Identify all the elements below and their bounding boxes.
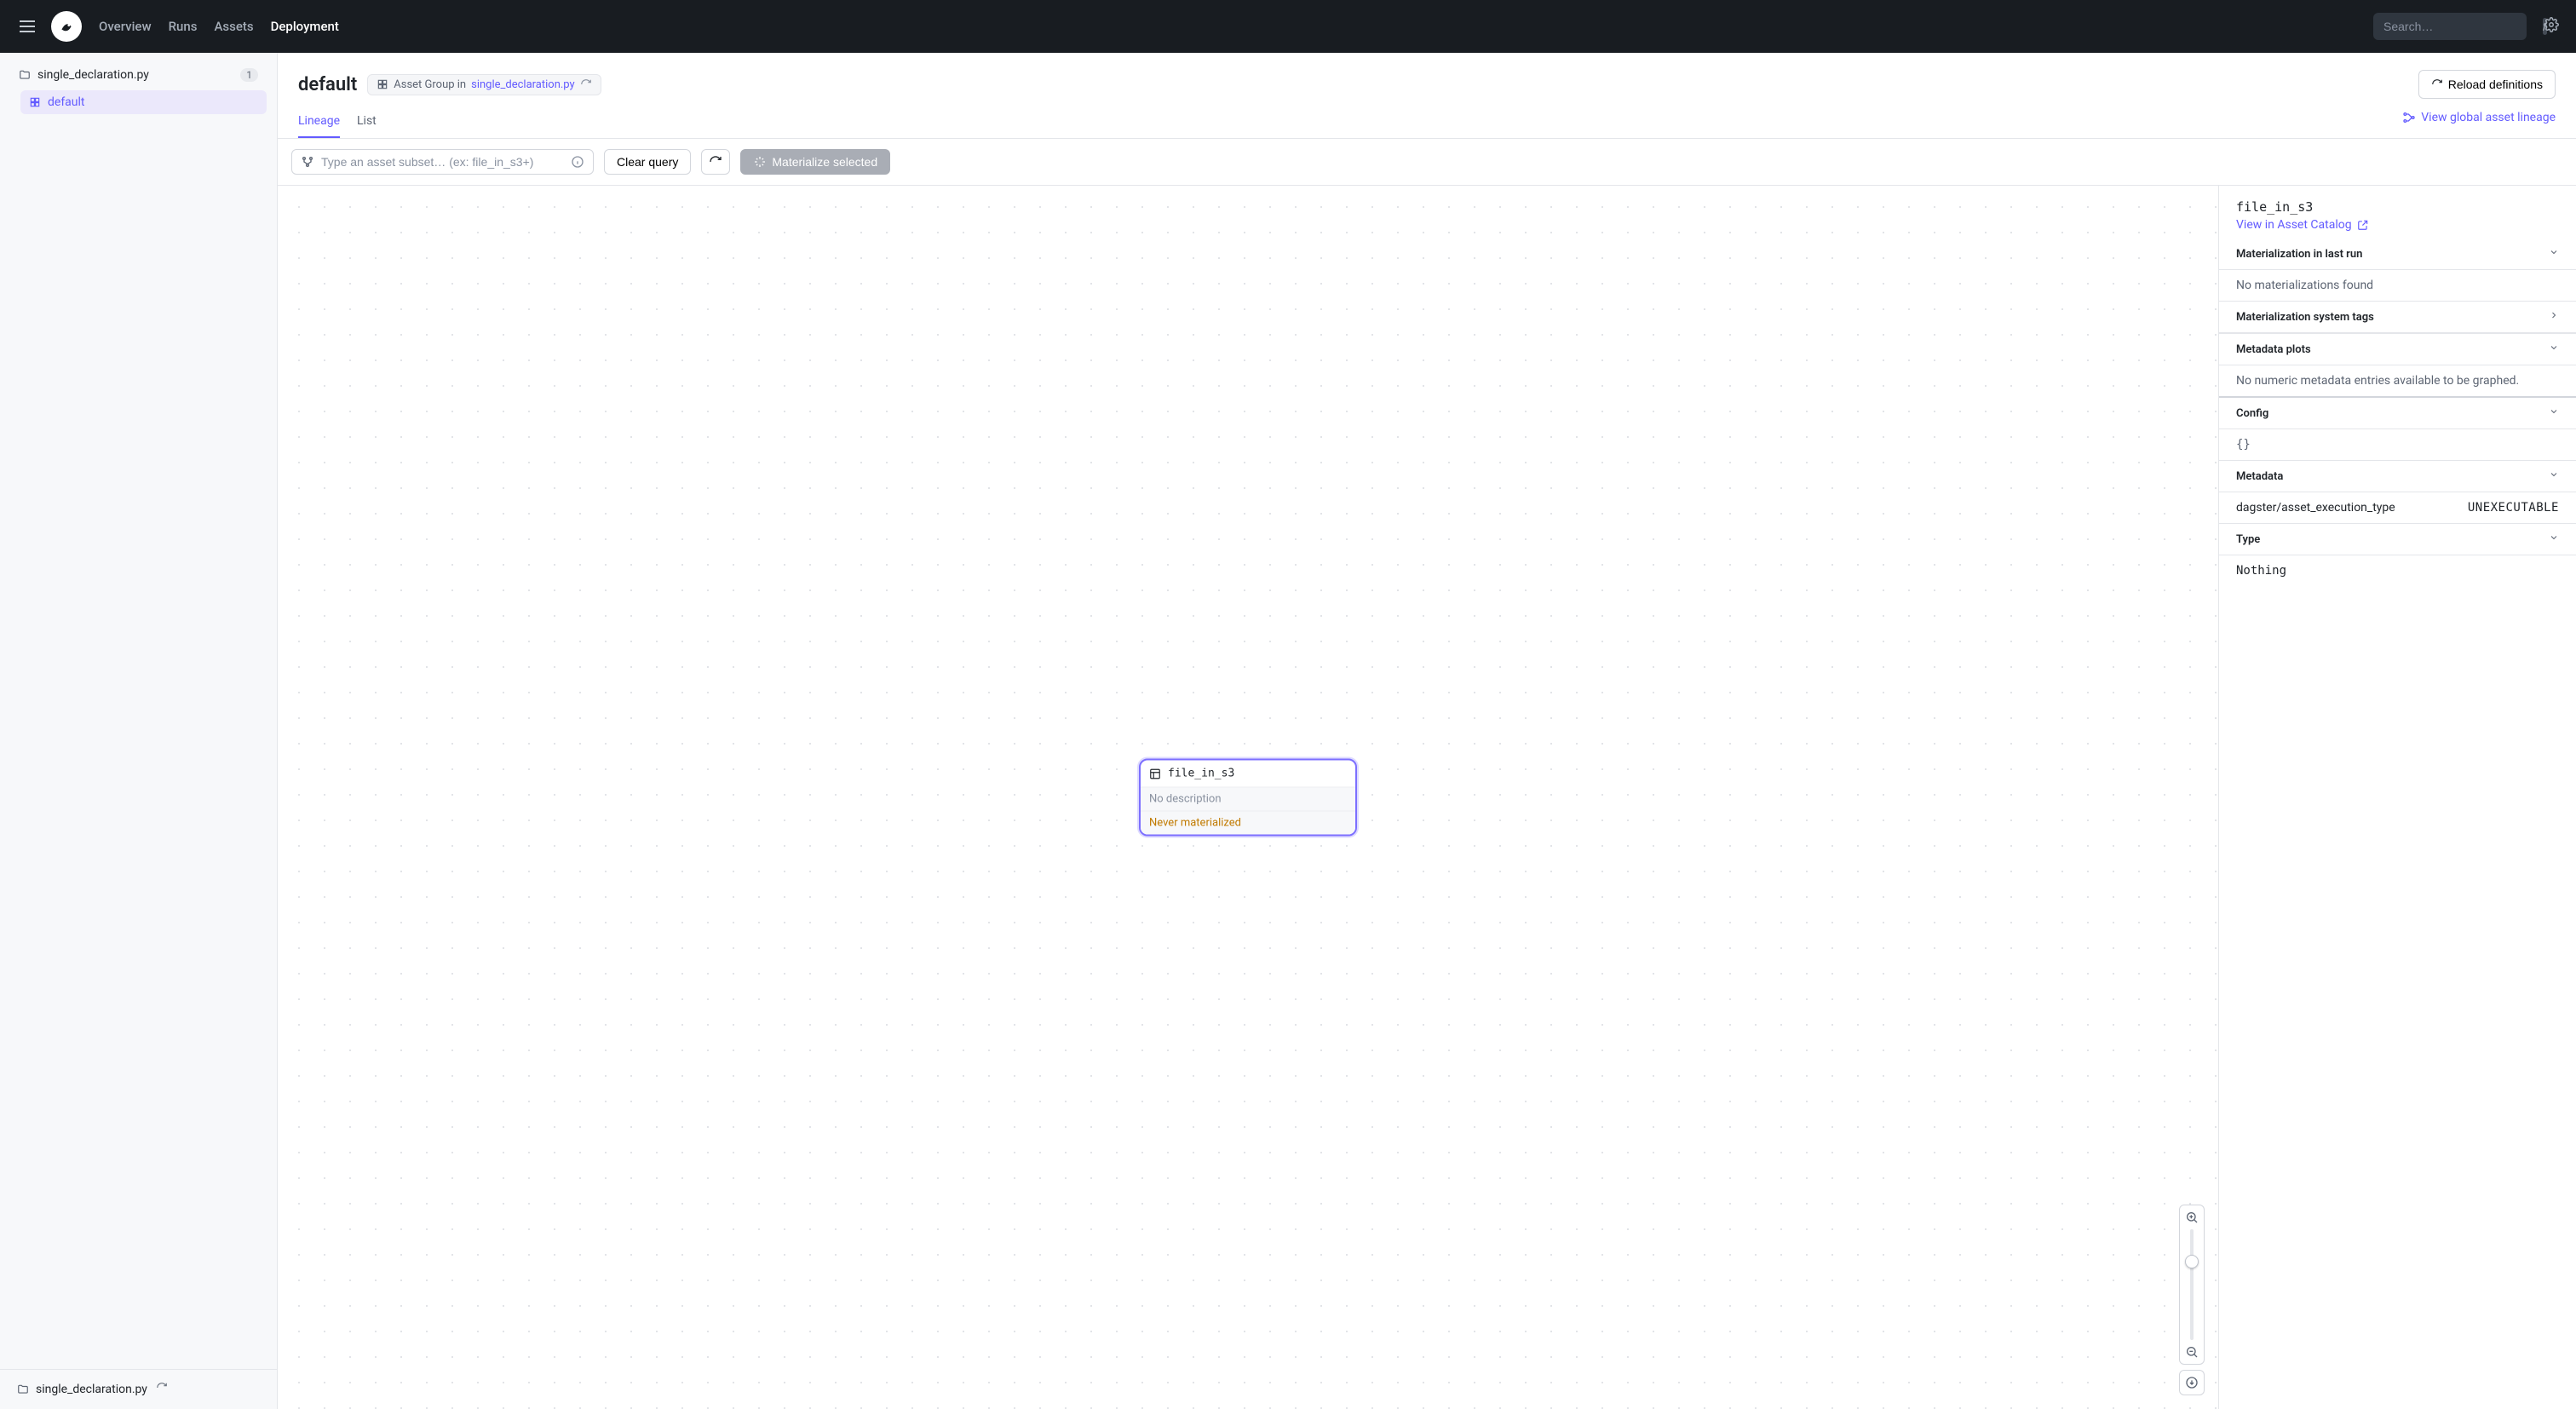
page-title: default — [298, 74, 357, 95]
chevron-down-icon — [2549, 406, 2559, 420]
section-materialization-system-tags[interactable]: Materialization system tags — [2219, 301, 2576, 333]
nav-overview[interactable]: Overview — [99, 19, 152, 34]
reload-location-icon[interactable] — [156, 1382, 175, 1397]
config-body: {} — [2219, 429, 2576, 460]
export-image-button[interactable] — [2179, 1370, 2205, 1395]
zoom-slider[interactable] — [2179, 1205, 2205, 1365]
metadata-key: dagster/asset_execution_type — [2236, 501, 2468, 515]
asset-detail-panel: file_in_s3 View in Asset Catalog Materia… — [2218, 186, 2576, 1409]
chevron-down-icon — [2549, 247, 2559, 261]
asset-node-name: file_in_s3 — [1168, 768, 1234, 780]
asset-icon — [1149, 768, 1161, 779]
settings-gear-icon[interactable] — [2544, 17, 2559, 36]
nav-deployment[interactable]: Deployment — [271, 19, 339, 34]
code-location-row[interactable]: single_declaration.py 1 — [10, 63, 267, 87]
tab-lineage[interactable]: Lineage — [298, 106, 340, 138]
zoom-in-icon[interactable] — [2185, 1211, 2199, 1224]
code-location-count: 1 — [240, 68, 258, 82]
asset-node-status: Never materialized — [1141, 812, 1355, 835]
zoom-out-icon[interactable] — [2185, 1345, 2199, 1359]
section-type[interactable]: Type — [2219, 523, 2576, 555]
filter-icon — [301, 155, 314, 169]
view-in-catalog-link[interactable]: View in Asset Catalog — [2236, 218, 2559, 232]
refresh-graph-button[interactable] — [701, 149, 730, 175]
metadata-plots-body: No numeric metadata entries available to… — [2219, 365, 2576, 396]
asset-subset-input[interactable] — [321, 155, 564, 169]
type-body: Nothing — [2219, 555, 2576, 586]
menu-icon[interactable] — [17, 16, 37, 37]
reload-icon[interactable] — [580, 78, 592, 90]
zoom-track[interactable] — [2190, 1229, 2194, 1340]
asset-group-row[interactable]: default — [20, 90, 267, 114]
zoom-thumb[interactable] — [2185, 1255, 2199, 1268]
metadata-value: UNEXECUTABLE — [2468, 501, 2559, 515]
top-navbar: Overview Runs Assets Deployment / — [0, 0, 2576, 53]
materialization-last-run-body: No materializations found — [2219, 270, 2576, 301]
folder-icon — [19, 69, 31, 81]
chevron-down-icon — [2549, 469, 2559, 483]
nav-runs[interactable]: Runs — [169, 19, 198, 34]
lineage-icon — [2402, 111, 2416, 124]
footer-location: single_declaration.py — [36, 1383, 147, 1396]
external-link-icon — [2357, 219, 2369, 231]
search-input[interactable] — [2383, 20, 2538, 33]
folder-icon — [17, 1383, 29, 1395]
sidebar-footer: single_declaration.py — [0, 1369, 277, 1409]
materialize-selected-button[interactable]: Materialize selected — [740, 149, 890, 175]
section-materialization-last-run[interactable]: Materialization in last run — [2219, 239, 2576, 270]
asset-group-icon — [29, 96, 41, 108]
section-metadata[interactable]: Metadata — [2219, 460, 2576, 492]
reload-icon — [2431, 78, 2443, 90]
clear-query-button[interactable]: Clear query — [604, 149, 691, 175]
download-icon — [2185, 1376, 2199, 1389]
chevron-down-icon — [2549, 532, 2559, 546]
chip-prefix: Asset Group in — [394, 78, 466, 91]
asset-node-description: No description — [1141, 787, 1355, 812]
reload-definitions-button[interactable]: Reload definitions — [2418, 70, 2556, 99]
lineage-canvas[interactable]: file_in_s3 No description Never material… — [278, 186, 2218, 1409]
metadata-row: dagster/asset_execution_type UNEXECUTABL… — [2219, 492, 2576, 523]
dagster-logo[interactable] — [51, 11, 82, 42]
asset-group-name: default — [48, 95, 85, 109]
asset-subset-input-wrap[interactable] — [291, 149, 594, 175]
chevron-down-icon — [2549, 342, 2559, 356]
chip-link[interactable]: single_declaration.py — [471, 78, 575, 91]
left-sidebar: single_declaration.py 1 default single_d… — [0, 53, 278, 1409]
nav-assets[interactable]: Assets — [214, 19, 253, 34]
section-metadata-plots[interactable]: Metadata plots — [2219, 333, 2576, 365]
reload-icon — [709, 155, 722, 169]
global-lineage-link[interactable]: View global asset lineage — [2402, 111, 2556, 133]
code-location-name: single_declaration.py — [37, 68, 149, 82]
asset-node[interactable]: file_in_s3 No description Never material… — [1139, 759, 1357, 837]
global-search[interactable]: / — [2373, 13, 2527, 40]
sparkle-icon — [753, 155, 767, 169]
asset-group-icon — [377, 78, 388, 90]
tab-list[interactable]: List — [357, 106, 377, 138]
asset-group-chip: Asset Group in single_declaration.py — [367, 74, 601, 95]
detail-asset-name: file_in_s3 — [2236, 199, 2559, 215]
chevron-right-icon — [2549, 310, 2559, 324]
section-config[interactable]: Config — [2219, 396, 2576, 429]
info-icon[interactable] — [571, 155, 584, 169]
